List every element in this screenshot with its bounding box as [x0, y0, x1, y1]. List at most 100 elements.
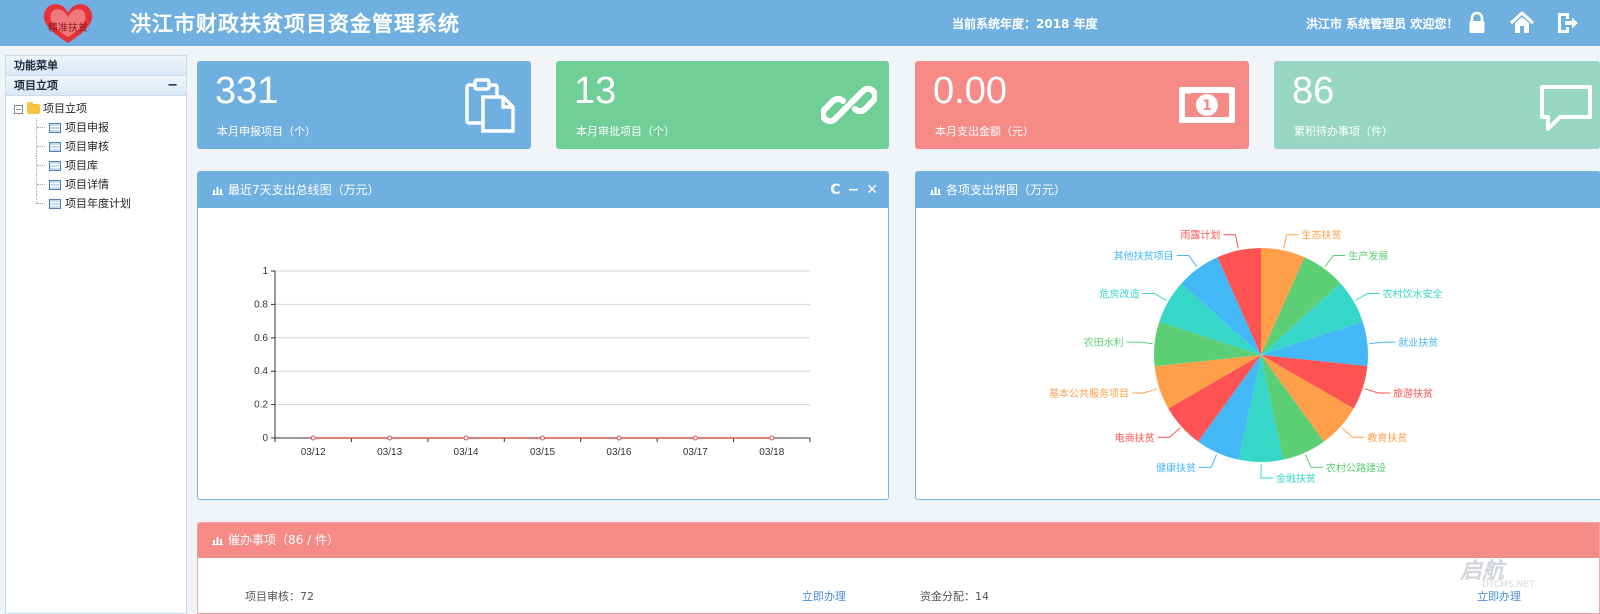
- stat-label: 本月申报项目（个）: [217, 125, 316, 138]
- stat-value: 0.00: [933, 70, 1007, 112]
- menu-title: 功能菜单: [6, 56, 186, 76]
- logout-icon[interactable]: [1555, 11, 1579, 35]
- x-tick-label: 03/13: [377, 447, 402, 458]
- bar-chart-icon: [930, 187, 941, 195]
- stat-label: 本月审批项目（个）: [576, 125, 675, 138]
- label-line: [1304, 454, 1324, 468]
- data-point[interactable]: [463, 435, 469, 441]
- slice-label: 雨露计划: [1180, 229, 1220, 242]
- sidebar-item-project-review[interactable]: 项目审核: [6, 137, 186, 156]
- sidebar-item-annual-plan[interactable]: 项目年度计划: [6, 194, 186, 213]
- label-line: [1176, 254, 1198, 268]
- slice-label: 农村公路建设: [1326, 461, 1386, 474]
- sidebar-item-label: 项目申报: [65, 121, 109, 134]
- sidebar-item-label: 项目详情: [65, 178, 109, 191]
- label-line: [1369, 341, 1396, 345]
- table-icon: [49, 180, 61, 190]
- collapse-button[interactable]: −: [167, 76, 178, 96]
- stat-label: 累积待办事项（件）: [1294, 125, 1393, 138]
- label-line: [1355, 293, 1380, 301]
- svg-text:1: 1: [1202, 98, 1212, 114]
- todo-header: 催办事项（86 / 件）: [198, 523, 1599, 558]
- x-tick-label: 03/18: [759, 447, 784, 458]
- data-point[interactable]: [616, 435, 622, 441]
- todo-panel: 催办事项（86 / 件） 项目审核：72 立即办理 资金分配：14 立即办理: [197, 522, 1600, 614]
- panel-tools: C − ✕: [823, 172, 878, 208]
- panel-header: 最近7天支出总线图（万元） C − ✕: [198, 172, 888, 208]
- y-tick-label: 0.8: [254, 299, 268, 310]
- label-line: [1126, 341, 1153, 345]
- label-line: [1142, 293, 1167, 301]
- minimize-icon[interactable]: −: [848, 182, 860, 198]
- menu-tree: − 项目立项 项目申报 项目审核 项目库 项目详情 项目年度计划: [6, 96, 186, 213]
- stat-value: 86: [1292, 70, 1335, 112]
- link-icon: [821, 85, 877, 125]
- home-icon[interactable]: [1510, 11, 1534, 35]
- data-point[interactable]: [540, 435, 545, 441]
- data-point[interactable]: [692, 435, 698, 441]
- slice-label: 就业扶贫: [1398, 336, 1438, 349]
- money-icon: 1: [1179, 87, 1235, 123]
- label-line: [1223, 234, 1239, 249]
- sidebar-item-project-library[interactable]: 项目库: [6, 156, 186, 175]
- refresh-icon[interactable]: C: [830, 182, 840, 198]
- stat-label: 本月支出金额（元）: [935, 125, 1034, 138]
- y-tick-label: 1: [262, 266, 268, 277]
- slice-label: 农村饮水安全: [1383, 288, 1443, 301]
- panel-header: 各项支出饼图（万元）: [916, 172, 1600, 208]
- table-icon: [49, 161, 61, 171]
- x-tick-label: 03/14: [454, 447, 479, 458]
- label-line: [1198, 454, 1218, 468]
- stat-card-approved[interactable]: 13 本月审批项目（个）: [556, 61, 889, 149]
- label-line: [1341, 427, 1365, 438]
- sidebar-item-project-apply[interactable]: 项目申报: [6, 118, 186, 137]
- data-point[interactable]: [310, 435, 316, 441]
- y-tick-label: 0: [262, 433, 268, 444]
- table-icon: [49, 123, 61, 133]
- folder-icon: [27, 102, 40, 114]
- sidebar-item-project-detail[interactable]: 项目详情: [6, 175, 186, 194]
- panel-title: 各项支出饼图（万元）: [946, 183, 1067, 197]
- stat-card-applied[interactable]: 331 本月申报项目（个）: [197, 61, 531, 149]
- stat-value: 331: [215, 70, 279, 112]
- stat-value: 13: [574, 70, 617, 112]
- handle-now-link[interactable]: 立即办理: [802, 588, 846, 604]
- table-icon: [49, 199, 61, 209]
- sidebar-item-label: 项目审核: [65, 140, 109, 153]
- section-header[interactable]: 项目立项 −: [6, 76, 186, 96]
- menu-title-text: 功能菜单: [14, 59, 58, 72]
- y-tick-label: 0.4: [254, 366, 268, 377]
- label-line: [1324, 254, 1346, 268]
- data-point[interactable]: [387, 435, 393, 441]
- comment-icon: [1540, 85, 1592, 131]
- stat-card-pending[interactable]: 86 累积待办事项（件）: [1274, 61, 1600, 149]
- welcome-text: 洪江市 系统管理员 欢迎您！: [1306, 17, 1459, 31]
- slice-label: 旅游扶贫: [1393, 387, 1433, 400]
- x-tick-label: 03/16: [606, 447, 631, 458]
- panel-title: 最近7天支出总线图（万元）: [228, 183, 380, 197]
- x-tick-label: 03/15: [530, 447, 555, 458]
- line-chart-panel: 最近7天支出总线图（万元） C − ✕ 0 0.2 0.4 0.6 0.8 1 03/12 03/…: [197, 171, 889, 500]
- todo-title: 催办事项（86 / 件）: [228, 533, 339, 547]
- current-year: 当前系统年度：2018 年度: [952, 17, 1098, 31]
- stat-card-spending[interactable]: 0.00 本月支出金额（元） 1: [915, 61, 1249, 149]
- handle-now-link[interactable]: 立即办理: [1477, 588, 1521, 604]
- top-header: 精准扶贫 洪江市财政扶贫项目资金管理系统 当前系统年度：2018 年度 洪江市 …: [0, 0, 1600, 46]
- slice-label: 其他扶贫项目: [1114, 249, 1174, 262]
- slice-label: 基本公共服务项目: [1049, 387, 1129, 400]
- x-tick-label: 03/17: [683, 447, 708, 458]
- slice-label: 电商扶贫: [1115, 431, 1155, 444]
- close-icon[interactable]: ✕: [866, 182, 878, 198]
- lock-icon[interactable]: [1465, 11, 1489, 35]
- label-line: [1364, 388, 1390, 394]
- line-chart: 0 0.2 0.4 0.6 0.8 1 03/12 03/13 03/14 03/15 03/16 0…: [254, 266, 811, 458]
- label-line: [1260, 464, 1273, 479]
- tree-root[interactable]: − 项目立项: [6, 99, 186, 118]
- logo-text: 精准扶贫: [48, 21, 88, 34]
- tree-toggle-icon[interactable]: −: [14, 104, 23, 114]
- app-title: 洪江市财政扶贫项目资金管理系统: [130, 12, 460, 36]
- pie-chart-panel: 各项支出饼图（万元） 生态扶贫 生产发展 农村饮水安全 就业扶贫 旅游扶贫 教育扶贫 农村公…: [915, 171, 1600, 500]
- tree-root-label: 项目立项: [43, 102, 87, 115]
- data-point[interactable]: [769, 435, 775, 441]
- bar-chart-icon: [212, 537, 223, 545]
